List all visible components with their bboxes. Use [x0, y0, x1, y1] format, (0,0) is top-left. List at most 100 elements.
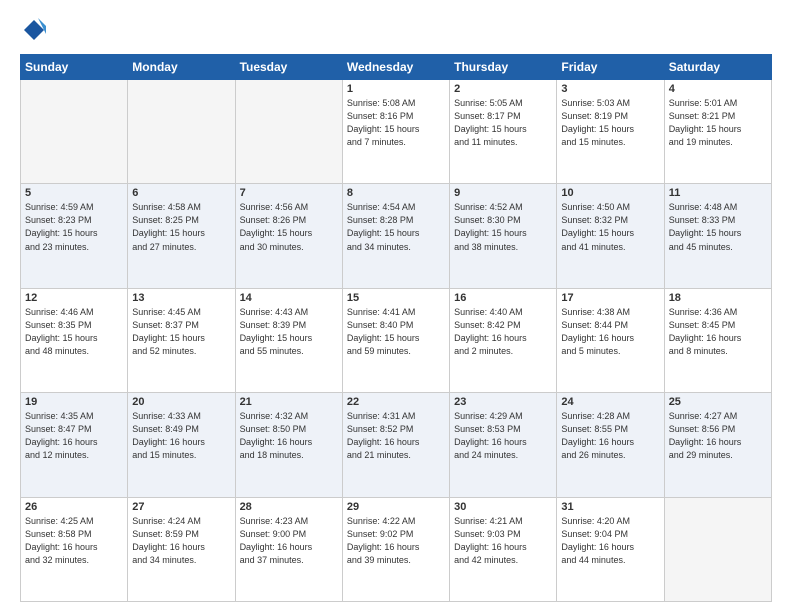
day-number: 21	[240, 396, 338, 408]
day-number: 9	[454, 187, 552, 199]
day-number: 20	[132, 396, 230, 408]
calendar-cell: 21 Sunrise: 4:32 AM Sunset: 8:50 PM Dayli…	[235, 393, 342, 497]
day-number: 23	[454, 396, 552, 408]
calendar-cell: 17 Sunrise: 4:38 AM Sunset: 8:44 PM Dayli…	[557, 288, 664, 392]
day-info: Sunrise: 4:43 AM Sunset: 8:39 PM Dayligh…	[240, 306, 338, 358]
day-number: 26	[25, 501, 123, 513]
calendar-cell: 23 Sunrise: 4:29 AM Sunset: 8:53 PM Dayli…	[450, 393, 557, 497]
calendar-cell: 6 Sunrise: 4:58 AM Sunset: 8:25 PM Daylig…	[128, 184, 235, 288]
weekday-header-wednesday: Wednesday	[342, 55, 449, 80]
calendar-cell: 1Sunrise: 5:08 AM Sunset: 8:16 PM Daylig…	[342, 80, 449, 184]
day-info: Sunrise: 4:48 AM Sunset: 8:33 PM Dayligh…	[669, 201, 767, 253]
calendar-cell	[128, 80, 235, 184]
day-number: 2	[454, 83, 552, 95]
day-number: 24	[561, 396, 659, 408]
day-number: 18	[669, 292, 767, 304]
day-info: Sunrise: 4:36 AM Sunset: 8:45 PM Dayligh…	[669, 306, 767, 358]
day-number: 7	[240, 187, 338, 199]
day-number: 1	[347, 83, 445, 95]
calendar-cell: 3Sunrise: 5:03 AM Sunset: 8:19 PM Daylig…	[557, 80, 664, 184]
calendar-cell: 26 Sunrise: 4:25 AM Sunset: 8:58 PM Dayli…	[21, 497, 128, 601]
calendar-cell: 31 Sunrise: 4:20 AM Sunset: 9:04 PM Dayli…	[557, 497, 664, 601]
calendar-cell: 11Sunrise: 4:48 AM Sunset: 8:33 PM Dayli…	[664, 184, 771, 288]
calendar-cell: 18 Sunrise: 4:36 AM Sunset: 8:45 PM Dayli…	[664, 288, 771, 392]
day-info: Sunrise: 4:58 AM Sunset: 8:25 PM Dayligh…	[132, 201, 230, 253]
week-row-5: 26 Sunrise: 4:25 AM Sunset: 8:58 PM Dayli…	[21, 497, 772, 601]
calendar-cell: 5 Sunrise: 4:59 AM Sunset: 8:23 PM Daylig…	[21, 184, 128, 288]
day-info: Sunrise: 4:46 AM Sunset: 8:35 PM Dayligh…	[25, 306, 123, 358]
day-number: 27	[132, 501, 230, 513]
calendar-cell: 12 Sunrise: 4:46 AM Sunset: 8:35 PM Dayli…	[21, 288, 128, 392]
logo-icon	[20, 16, 48, 44]
weekday-header-friday: Friday	[557, 55, 664, 80]
day-info: Sunrise: 4:32 AM Sunset: 8:50 PM Dayligh…	[240, 410, 338, 462]
calendar-cell: 20Sunrise: 4:33 AM Sunset: 8:49 PM Dayli…	[128, 393, 235, 497]
day-number: 28	[240, 501, 338, 513]
calendar-cell: 4 Sunrise: 5:01 AM Sunset: 8:21 PM Daylig…	[664, 80, 771, 184]
calendar-cell: 2 Sunrise: 5:05 AM Sunset: 8:17 PM Daylig…	[450, 80, 557, 184]
day-info: Sunrise: 4:23 AM Sunset: 9:00 PM Dayligh…	[240, 515, 338, 567]
day-info: Sunrise: 4:45 AM Sunset: 8:37 PM Dayligh…	[132, 306, 230, 358]
day-info: Sunrise: 4:29 AM Sunset: 8:53 PM Dayligh…	[454, 410, 552, 462]
day-info: Sunrise: 4:21 AM Sunset: 9:03 PM Dayligh…	[454, 515, 552, 567]
calendar-cell: 8Sunrise: 4:54 AM Sunset: 8:28 PM Daylig…	[342, 184, 449, 288]
day-number: 6	[132, 187, 230, 199]
calendar-cell	[235, 80, 342, 184]
day-info: Sunrise: 5:05 AM Sunset: 8:17 PM Dayligh…	[454, 97, 552, 149]
day-number: 10	[561, 187, 659, 199]
calendar-cell: 28 Sunrise: 4:23 AM Sunset: 9:00 PM Dayli…	[235, 497, 342, 601]
day-info: Sunrise: 4:35 AM Sunset: 8:47 PM Dayligh…	[25, 410, 123, 462]
day-number: 25	[669, 396, 767, 408]
day-info: Sunrise: 5:01 AM Sunset: 8:21 PM Dayligh…	[669, 97, 767, 149]
day-number: 4	[669, 83, 767, 95]
calendar-table: SundayMondayTuesdayWednesdayThursdayFrid…	[20, 54, 772, 602]
day-info: Sunrise: 4:59 AM Sunset: 8:23 PM Dayligh…	[25, 201, 123, 253]
calendar-cell: 25 Sunrise: 4:27 AM Sunset: 8:56 PM Dayli…	[664, 393, 771, 497]
calendar-cell: 30 Sunrise: 4:21 AM Sunset: 9:03 PM Dayli…	[450, 497, 557, 601]
day-info: Sunrise: 4:28 AM Sunset: 8:55 PM Dayligh…	[561, 410, 659, 462]
calendar-cell: 16 Sunrise: 4:40 AM Sunset: 8:42 PM Dayli…	[450, 288, 557, 392]
weekday-header-row: SundayMondayTuesdayWednesdayThursdayFrid…	[21, 55, 772, 80]
day-number: 8	[347, 187, 445, 199]
calendar-cell: 27 Sunrise: 4:24 AM Sunset: 8:59 PM Dayli…	[128, 497, 235, 601]
day-info: Sunrise: 4:25 AM Sunset: 8:58 PM Dayligh…	[25, 515, 123, 567]
calendar-cell: 29Sunrise: 4:22 AM Sunset: 9:02 PM Dayli…	[342, 497, 449, 601]
day-number: 12	[25, 292, 123, 304]
week-row-1: 1Sunrise: 5:08 AM Sunset: 8:16 PM Daylig…	[21, 80, 772, 184]
day-number: 14	[240, 292, 338, 304]
calendar-cell: 13Sunrise: 4:45 AM Sunset: 8:37 PM Dayli…	[128, 288, 235, 392]
header	[20, 16, 772, 44]
weekday-header-tuesday: Tuesday	[235, 55, 342, 80]
day-info: Sunrise: 4:20 AM Sunset: 9:04 PM Dayligh…	[561, 515, 659, 567]
day-number: 30	[454, 501, 552, 513]
week-row-4: 19 Sunrise: 4:35 AM Sunset: 8:47 PM Dayli…	[21, 393, 772, 497]
day-info: Sunrise: 4:31 AM Sunset: 8:52 PM Dayligh…	[347, 410, 445, 462]
week-row-3: 12 Sunrise: 4:46 AM Sunset: 8:35 PM Dayli…	[21, 288, 772, 392]
day-number: 31	[561, 501, 659, 513]
day-number: 5	[25, 187, 123, 199]
calendar-cell: 10Sunrise: 4:50 AM Sunset: 8:32 PM Dayli…	[557, 184, 664, 288]
day-info: Sunrise: 4:56 AM Sunset: 8:26 PM Dayligh…	[240, 201, 338, 253]
weekday-header-monday: Monday	[128, 55, 235, 80]
day-info: Sunrise: 4:24 AM Sunset: 8:59 PM Dayligh…	[132, 515, 230, 567]
calendar-cell	[21, 80, 128, 184]
logo	[20, 16, 54, 44]
day-info: Sunrise: 4:27 AM Sunset: 8:56 PM Dayligh…	[669, 410, 767, 462]
day-number: 29	[347, 501, 445, 513]
day-number: 16	[454, 292, 552, 304]
day-number: 19	[25, 396, 123, 408]
day-number: 15	[347, 292, 445, 304]
calendar-cell: 22 Sunrise: 4:31 AM Sunset: 8:52 PM Dayli…	[342, 393, 449, 497]
page: SundayMondayTuesdayWednesdayThursdayFrid…	[0, 0, 792, 612]
calendar-cell: 7 Sunrise: 4:56 AM Sunset: 8:26 PM Daylig…	[235, 184, 342, 288]
day-number: 17	[561, 292, 659, 304]
day-info: Sunrise: 4:41 AM Sunset: 8:40 PM Dayligh…	[347, 306, 445, 358]
calendar-cell: 14 Sunrise: 4:43 AM Sunset: 8:39 PM Dayli…	[235, 288, 342, 392]
calendar-cell: 19 Sunrise: 4:35 AM Sunset: 8:47 PM Dayli…	[21, 393, 128, 497]
calendar-cell	[664, 497, 771, 601]
day-info: Sunrise: 4:40 AM Sunset: 8:42 PM Dayligh…	[454, 306, 552, 358]
calendar-cell: 24 Sunrise: 4:28 AM Sunset: 8:55 PM Dayli…	[557, 393, 664, 497]
calendar-cell: 15 Sunrise: 4:41 AM Sunset: 8:40 PM Dayli…	[342, 288, 449, 392]
day-info: Sunrise: 4:38 AM Sunset: 8:44 PM Dayligh…	[561, 306, 659, 358]
day-number: 22	[347, 396, 445, 408]
